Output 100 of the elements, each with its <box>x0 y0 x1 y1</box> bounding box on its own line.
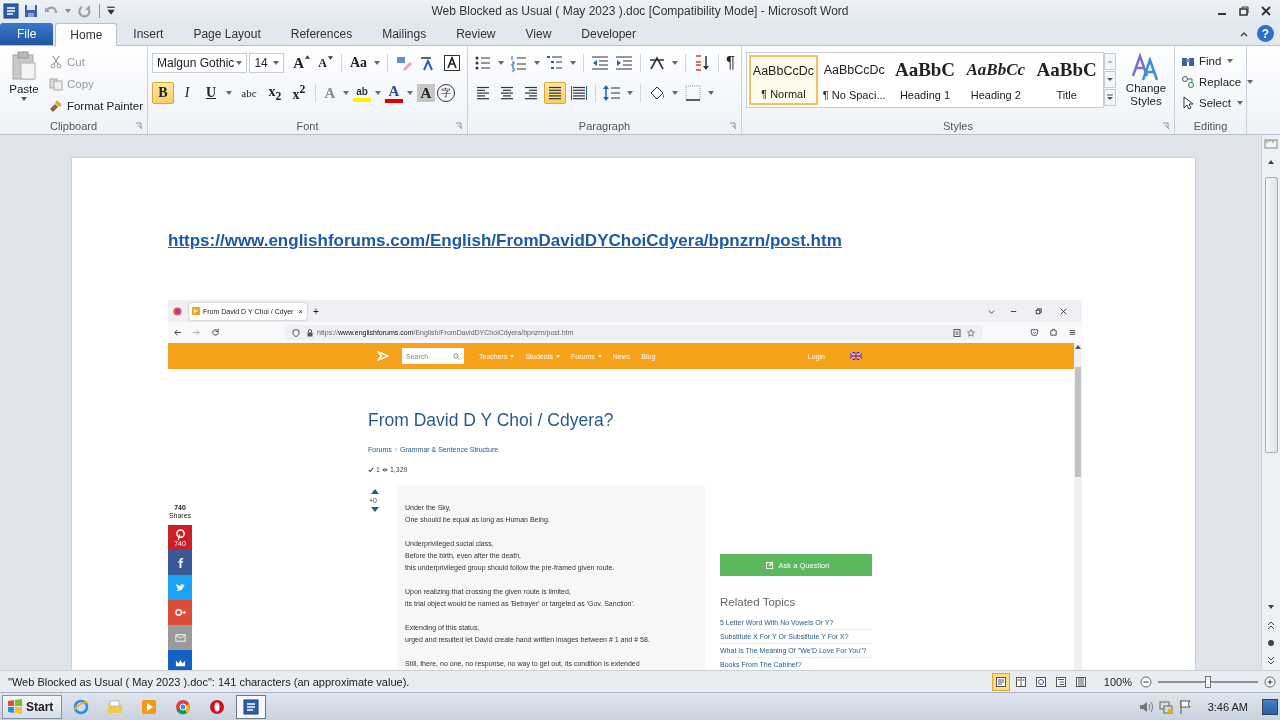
character-border-icon[interactable] <box>443 54 461 72</box>
font-effect-button[interactable]: A <box>385 83 403 103</box>
scroll-down-icon[interactable] <box>1104 71 1116 88</box>
paste-button[interactable]: Paste <box>4 50 44 117</box>
caret-icon[interactable] <box>570 61 576 65</box>
style-item[interactable]: AaBbC Title <box>1032 55 1101 105</box>
restore-icon[interactable] <box>1034 306 1043 316</box>
close-tab-button[interactable]: × <box>298 306 303 316</box>
format-button[interactable]: I <box>176 82 198 104</box>
show-marks-button[interactable]: ¶ <box>724 52 737 74</box>
caret-icon[interactable] <box>498 61 504 65</box>
star-icon[interactable] <box>967 328 975 337</box>
dialog-launcher-icon[interactable] <box>1162 122 1170 130</box>
upvote-icon[interactable] <box>371 489 379 494</box>
clipboard-item[interactable]: Format Painter <box>48 95 143 116</box>
clock[interactable]: 3:46 AM <box>1207 700 1248 713</box>
style-item[interactable]: AaBbCcDc ¶ Normal <box>749 55 818 105</box>
editing-button[interactable]: Find <box>1181 50 1242 71</box>
caret-icon[interactable] <box>708 91 714 95</box>
close-icon[interactable] <box>1260 5 1272 17</box>
reader-view-icon[interactable] <box>953 328 961 337</box>
ribbon-tab[interactable]: Developer <box>567 23 650 45</box>
scroll-thumb[interactable] <box>1264 177 1278 453</box>
view-button[interactable] <box>991 672 1010 691</box>
flag-icon[interactable] <box>850 352 862 360</box>
font-name-field[interactable]: Malgun Gothic <box>152 53 248 73</box>
vertical-scrollbar[interactable] <box>1261 135 1280 670</box>
flag-icon[interactable] <box>1177 698 1194 715</box>
dialog-launcher-icon[interactable] <box>729 122 737 130</box>
caret-icon[interactable] <box>672 61 678 65</box>
caret-icon[interactable] <box>407 91 413 95</box>
style-item[interactable]: AaBbCcDc ¶ No Spaci... <box>819 55 889 105</box>
caret-icon[interactable] <box>375 91 381 95</box>
start-button[interactable]: Start <box>2 694 63 719</box>
scroll-thumb[interactable] <box>1075 367 1081 477</box>
dialog-launcher-icon[interactable] <box>455 122 463 130</box>
zoom-in-icon[interactable] <box>1264 675 1276 688</box>
back-icon[interactable] <box>173 328 182 337</box>
ribbon-tab[interactable]: Home <box>55 23 118 46</box>
bullets-icon[interactable] <box>474 54 492 72</box>
dialog-launcher-icon[interactable] <box>135 122 143 130</box>
share-button[interactable] <box>168 550 192 575</box>
change-styles-button[interactable]: Change Styles <box>1120 52 1172 108</box>
caret-icon[interactable] <box>226 91 232 95</box>
editing-button[interactable]: Replace <box>1181 71 1242 92</box>
customize-icon[interactable] <box>106 6 116 16</box>
scrollbar[interactable] <box>1074 343 1082 670</box>
sort-icon[interactable] <box>693 54 711 72</box>
borders-icon[interactable] <box>684 84 702 102</box>
caret-icon[interactable] <box>534 61 540 65</box>
format-button[interactable]: x$_{2}$ <box>264 82 286 104</box>
shrink-font-button[interactable]: A <box>315 52 336 74</box>
show-desktop-button[interactable] <box>1262 698 1278 715</box>
change-case-button[interactable]: Aa <box>346 52 370 74</box>
increase-indent-icon[interactable] <box>615 54 633 72</box>
help-button[interactable]: ? <box>1257 25 1274 42</box>
multilevel-list-icon[interactable] <box>546 54 564 72</box>
format-button[interactable]: abc <box>236 82 262 104</box>
menu-icon[interactable] <box>1068 328 1077 337</box>
more-styles-icon[interactable] <box>1104 89 1116 106</box>
zoom-level[interactable]: 100% <box>1103 675 1132 688</box>
paint-bucket-icon[interactable] <box>648 84 666 102</box>
decrease-indent-icon[interactable] <box>591 54 609 72</box>
font-effect-button[interactable]: A <box>417 84 435 102</box>
share-button[interactable] <box>168 600 192 625</box>
downvote-icon[interactable] <box>371 507 379 512</box>
close-icon[interactable] <box>1059 306 1068 316</box>
save-icon[interactable] <box>23 3 39 19</box>
share-button[interactable] <box>168 650 192 670</box>
share-button[interactable] <box>168 575 192 600</box>
document-icon[interactable] <box>3 3 19 19</box>
restore-icon[interactable] <box>1238 5 1250 17</box>
ribbon-tab[interactable]: Review <box>442 23 510 45</box>
format-button[interactable]: U <box>200 82 222 104</box>
new-tab-button[interactable]: + <box>313 305 319 317</box>
ribbon-tab[interactable]: View <box>511 23 566 45</box>
format-button[interactable]: x$^{2}$ <box>288 82 310 104</box>
pocket-icon[interactable] <box>1030 328 1039 337</box>
caret-icon[interactable] <box>374 61 380 65</box>
reload-icon[interactable] <box>211 328 220 337</box>
editing-button[interactable]: Select <box>1181 92 1242 113</box>
format-button[interactable]: B <box>152 82 174 104</box>
align-button[interactable] <box>544 82 566 104</box>
ribbon-tab[interactable]: Mailings <box>368 23 441 45</box>
caret-icon[interactable] <box>65 9 71 13</box>
font-size-field[interactable]: 14 <box>249 53 285 73</box>
puzzle-icon[interactable] <box>1049 328 1058 337</box>
taskbar-app[interactable] <box>236 694 267 719</box>
line-spacing-icon[interactable] <box>603 84 621 102</box>
numbering-icon[interactable] <box>510 54 528 72</box>
eraser-icon[interactable] <box>395 54 413 72</box>
collapse-ribbon-icon[interactable] <box>1239 29 1249 39</box>
asian-layout-icon[interactable] <box>648 54 666 72</box>
ribbon-tab[interactable]: File <box>0 23 54 45</box>
ribbon-tab[interactable]: Insert <box>119 23 178 45</box>
font-effect-button[interactable]: ab <box>353 84 371 102</box>
caret-icon[interactable] <box>627 91 633 95</box>
grow-font-button[interactable]: A <box>290 52 314 74</box>
ribbon-tab[interactable]: Page Layout <box>179 23 275 45</box>
network-icon[interactable] <box>1157 698 1174 715</box>
